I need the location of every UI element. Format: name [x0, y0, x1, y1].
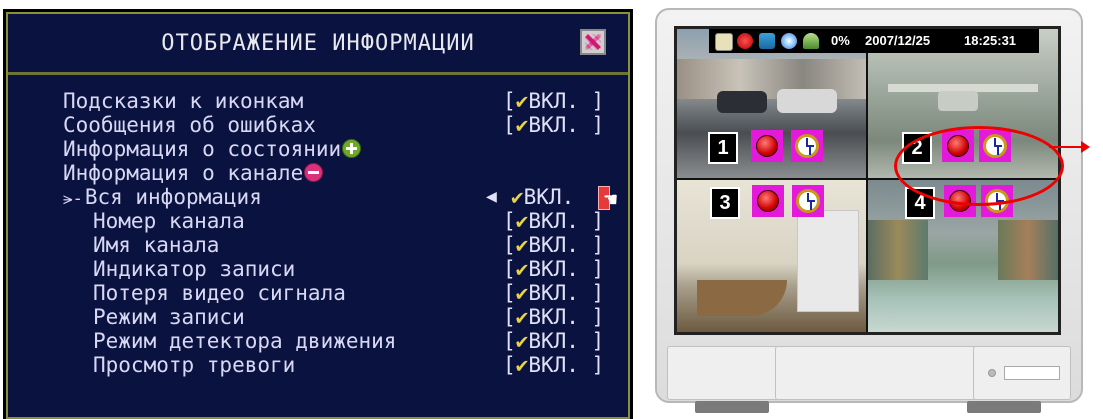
page-title: ОТОБРАЖЕНИЕ ИНФОРМАЦИИ	[161, 31, 475, 56]
osd-menu-frame: ОТОБРАЖЕНИЕ ИНФОРМАЦИИ Подсказки к иконк…	[6, 12, 630, 419]
menu-item-icon-tips[interactable]: Подсказки к иконкам [✔ВКЛ. ]	[8, 89, 628, 113]
toggle-value[interactable]: [✔ВКЛ. ]	[503, 305, 604, 329]
disk-icon	[715, 33, 733, 51]
checkmark-icon: ✔	[515, 305, 529, 329]
toggle-value[interactable]: [✔ВКЛ. ]	[503, 281, 604, 305]
status-bar: 0% 2007/12/25 18:25:31	[709, 29, 1039, 53]
toggle-value[interactable]: ✔ВКЛ.	[511, 185, 574, 209]
toggle-value[interactable]: [✔ВКЛ. ]	[503, 209, 604, 233]
menu-item-label: Подсказки к иконкам	[63, 89, 304, 113]
menu-item-label: Режим записи	[93, 305, 245, 329]
channel-number: 3	[710, 187, 740, 219]
checkmark-icon: ✔	[515, 257, 529, 281]
record-icon	[752, 185, 784, 217]
menu-item-error-messages[interactable]: Сообщения об ошибках [✔ВКЛ. ]	[8, 113, 628, 137]
toggle-value[interactable]: [✔ВКЛ. ]	[503, 257, 604, 281]
dvr-monitor-illustration: 1 2 3 4 0% 2007/12/25 18:25:31	[655, 8, 1090, 413]
menu-item-video-loss[interactable]: Потеря видео сигнала [✔ВКЛ. ]	[8, 281, 628, 305]
minus-icon[interactable]	[304, 163, 324, 182]
menu-item-label: Просмотр тревоги	[93, 353, 296, 377]
toggle-value[interactable]: [✔ВКЛ. ]	[503, 89, 604, 113]
monitor-foot-right	[967, 401, 1041, 413]
osd-menu-window: ОТОБРАЖЕНИЕ ИНФОРМАЦИИ Подсказки к иконк…	[3, 9, 633, 419]
menu-item-label: Режим детектора движения	[93, 329, 397, 353]
front-panel-middle	[775, 346, 977, 400]
menu-item-record-indicator[interactable]: Индикатор записи [✔ВКЛ. ]	[8, 257, 628, 281]
menu-item-channel-name[interactable]: Имя канала [✔ВКЛ. ]	[8, 233, 628, 257]
monitor-base	[655, 338, 1083, 403]
menu-item-status-info[interactable]: Информация о состоянии	[8, 137, 628, 161]
front-panel-left	[667, 346, 779, 400]
checkmark-icon: ✔	[515, 281, 529, 305]
status-time: 18:25:31	[964, 33, 1017, 48]
cd-icon	[781, 33, 797, 49]
menu-item-label: Информация о канале	[63, 161, 304, 185]
menu-item-label: Потеря видео сигнала	[93, 281, 346, 305]
checkmark-icon: ✔	[515, 233, 529, 257]
menu-item-channel-number[interactable]: Номер канала [✔ВКЛ. ]	[8, 209, 628, 233]
camera-view-3[interactable]: 3	[677, 180, 866, 332]
disc-slot	[1004, 366, 1060, 380]
close-icon[interactable]	[580, 29, 606, 55]
power-led-icon	[988, 369, 996, 377]
monitor-foot-left	[695, 401, 769, 413]
checkmark-icon: ✔	[511, 185, 524, 209]
menu-item-label: Номер канала	[93, 209, 245, 233]
network-icon	[759, 33, 775, 49]
checkmark-icon: ✔	[515, 353, 529, 377]
menu-item-label: Информация о состоянии	[63, 137, 342, 161]
checkmark-icon: ✔	[515, 89, 529, 113]
menu-item-all-info[interactable]: ⪫-Вся информация ◀ ✔ВКЛ. ☚	[8, 185, 628, 213]
menu-item-label: Вся информация	[84, 185, 262, 209]
toggle-value[interactable]: [✔ВКЛ. ]	[503, 233, 604, 257]
menu-item-motion-detector-mode[interactable]: Режим детектора движения [✔ВКЛ. ]	[8, 329, 628, 353]
status-percent: 0%	[831, 33, 850, 48]
menu-item-alarm-view[interactable]: Просмотр тревоги [✔ВКЛ. ]	[8, 353, 628, 377]
toggle-value[interactable]: [✔ВКЛ. ]	[503, 113, 604, 137]
checkmark-icon: ✔	[515, 329, 529, 353]
callout-arrow-head-icon	[1081, 141, 1090, 153]
checkmark-icon: ✔	[515, 113, 529, 137]
channel-number: 1	[708, 132, 738, 164]
menu-item-label: Сообщения об ошибках	[63, 113, 316, 137]
menu-item-channel-info[interactable]: Информация о канале	[8, 161, 628, 185]
arrow-left-icon[interactable]: ◀	[486, 185, 497, 209]
record-icon	[751, 130, 783, 162]
title-bar: ОТОБРАЖЕНИЕ ИНФОРМАЦИИ	[8, 14, 628, 75]
clock-icon	[792, 185, 824, 217]
toggle-value[interactable]: [✔ВКЛ. ]	[503, 353, 604, 377]
highlight-ring	[894, 126, 1064, 206]
toggle-value[interactable]: [✔ВКЛ. ]	[503, 329, 604, 353]
callout-arrow	[1049, 146, 1083, 148]
menu-item-label: Индикатор записи	[93, 257, 296, 281]
status-date: 2007/12/25	[865, 33, 931, 48]
user-icon	[803, 33, 819, 49]
tree-icon: ⪫-	[63, 189, 83, 209]
front-panel-right	[973, 346, 1071, 400]
checkmark-icon: ✔	[515, 209, 529, 233]
record-icon	[737, 33, 753, 49]
plus-icon[interactable]	[342, 139, 362, 158]
clock-icon	[791, 130, 823, 162]
menu-item-label: Имя канала	[93, 233, 220, 257]
menu-item-record-mode[interactable]: Режим записи [✔ВКЛ. ]	[8, 305, 628, 329]
monitor-screen: 1 2 3 4 0% 2007/12/25 18:25:31	[674, 26, 1064, 335]
